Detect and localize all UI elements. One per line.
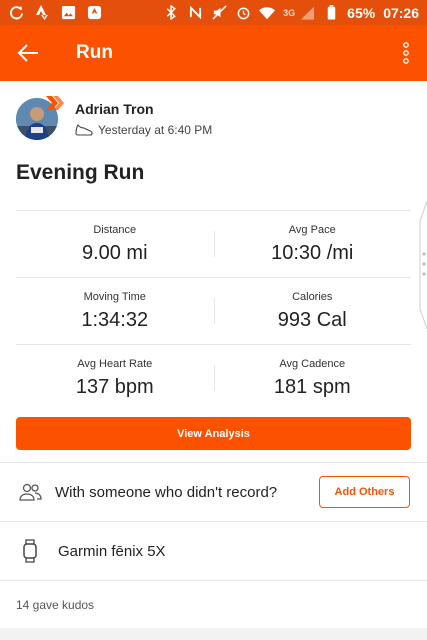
athlete-name[interactable]: Adrian Tron — [75, 101, 154, 117]
stats-row: Distance 9.00 mi Avg Pace 10:30 /mi — [16, 210, 411, 277]
page-title: Run — [76, 42, 113, 63]
stat-avg-pace: Avg Pace 10:30 /mi — [214, 211, 412, 277]
stat-label: Avg Heart Rate — [77, 357, 153, 370]
with-others-row: With someone who didn't record? Add Othe… — [0, 463, 427, 521]
stat-distance: Distance 9.00 mi — [16, 211, 214, 277]
strava-badge-icon — [86, 5, 102, 21]
with-others-prompt: With someone who didn't record? — [55, 483, 278, 501]
view-analysis-button[interactable]: View Analysis — [16, 417, 411, 450]
premium-badge-icon — [46, 96, 64, 110]
stat-value: 1:34:32 — [81, 308, 149, 331]
sync-icon — [8, 5, 24, 21]
stat-label: Avg Cadence — [279, 357, 346, 370]
stat-label: Moving Time — [83, 290, 146, 303]
stats-grid: Distance 9.00 mi Avg Pace 10:30 /mi Movi… — [16, 210, 411, 411]
device-name: Garmin fēnix 5X — [58, 542, 166, 560]
activity-header: Adrian Tron Yesterday at 6:40 PM — [16, 96, 416, 144]
overflow-menu-button[interactable] — [385, 25, 427, 81]
status-bar: 3G 65% 07:26 — [0, 0, 427, 25]
bluetooth-icon — [163, 5, 179, 21]
stat-label: Calories — [292, 290, 333, 303]
stat-moving-time: Moving Time 1:34:32 — [16, 278, 214, 344]
shoe-icon — [75, 124, 93, 136]
stat-value: 10:30 /mi — [271, 241, 354, 264]
people-icon — [18, 480, 42, 504]
battery-percent: 65% — [347, 4, 376, 21]
stat-value: 137 bpm — [75, 375, 154, 398]
stat-label: Distance — [93, 223, 137, 236]
stat-label: Avg Pace — [288, 223, 336, 236]
more-vertical-icon — [403, 42, 409, 64]
nfc-icon — [187, 5, 203, 21]
strava-logo-icon — [34, 5, 50, 21]
stat-value: 181 spm — [273, 375, 351, 398]
divider — [0, 580, 427, 581]
clock: 07:26 — [383, 4, 419, 21]
stat-avg-heart-rate: Avg Heart Rate 137 bpm — [16, 345, 214, 411]
stat-avg-cadence: Avg Cadence 181 spm — [214, 345, 412, 411]
stat-value: 993 Cal — [277, 308, 347, 331]
add-others-button[interactable]: Add Others — [319, 476, 410, 508]
activity-time: Yesterday at 6:40 PM — [98, 123, 213, 137]
edge-drag-handle[interactable] — [416, 200, 427, 330]
alarm-icon — [235, 5, 251, 21]
battery-icon — [323, 5, 339, 21]
bottom-strip — [0, 628, 427, 640]
stat-calories: Calories 993 Cal — [214, 278, 412, 344]
signal-icon — [299, 5, 315, 21]
arrow-left-icon — [17, 44, 38, 62]
device-row: Garmin fēnix 5X — [0, 522, 427, 580]
wifi-icon — [259, 5, 276, 21]
image-icon — [60, 5, 76, 21]
stat-value: 9.00 mi — [81, 241, 148, 264]
back-button[interactable] — [0, 25, 56, 81]
mute-icon — [211, 5, 227, 21]
stats-row: Avg Heart Rate 137 bpm Avg Cadence 181 s… — [16, 344, 411, 411]
activity-meta: Yesterday at 6:40 PM — [75, 123, 212, 137]
network-type: 3G — [283, 7, 296, 18]
activity-title: Evening Run — [16, 161, 145, 184]
app-bar: Run — [0, 25, 427, 81]
watch-icon — [22, 539, 40, 563]
kudos-count[interactable]: 14 gave kudos — [16, 598, 94, 612]
stats-row: Moving Time 1:34:32 Calories 993 Cal — [16, 277, 411, 344]
